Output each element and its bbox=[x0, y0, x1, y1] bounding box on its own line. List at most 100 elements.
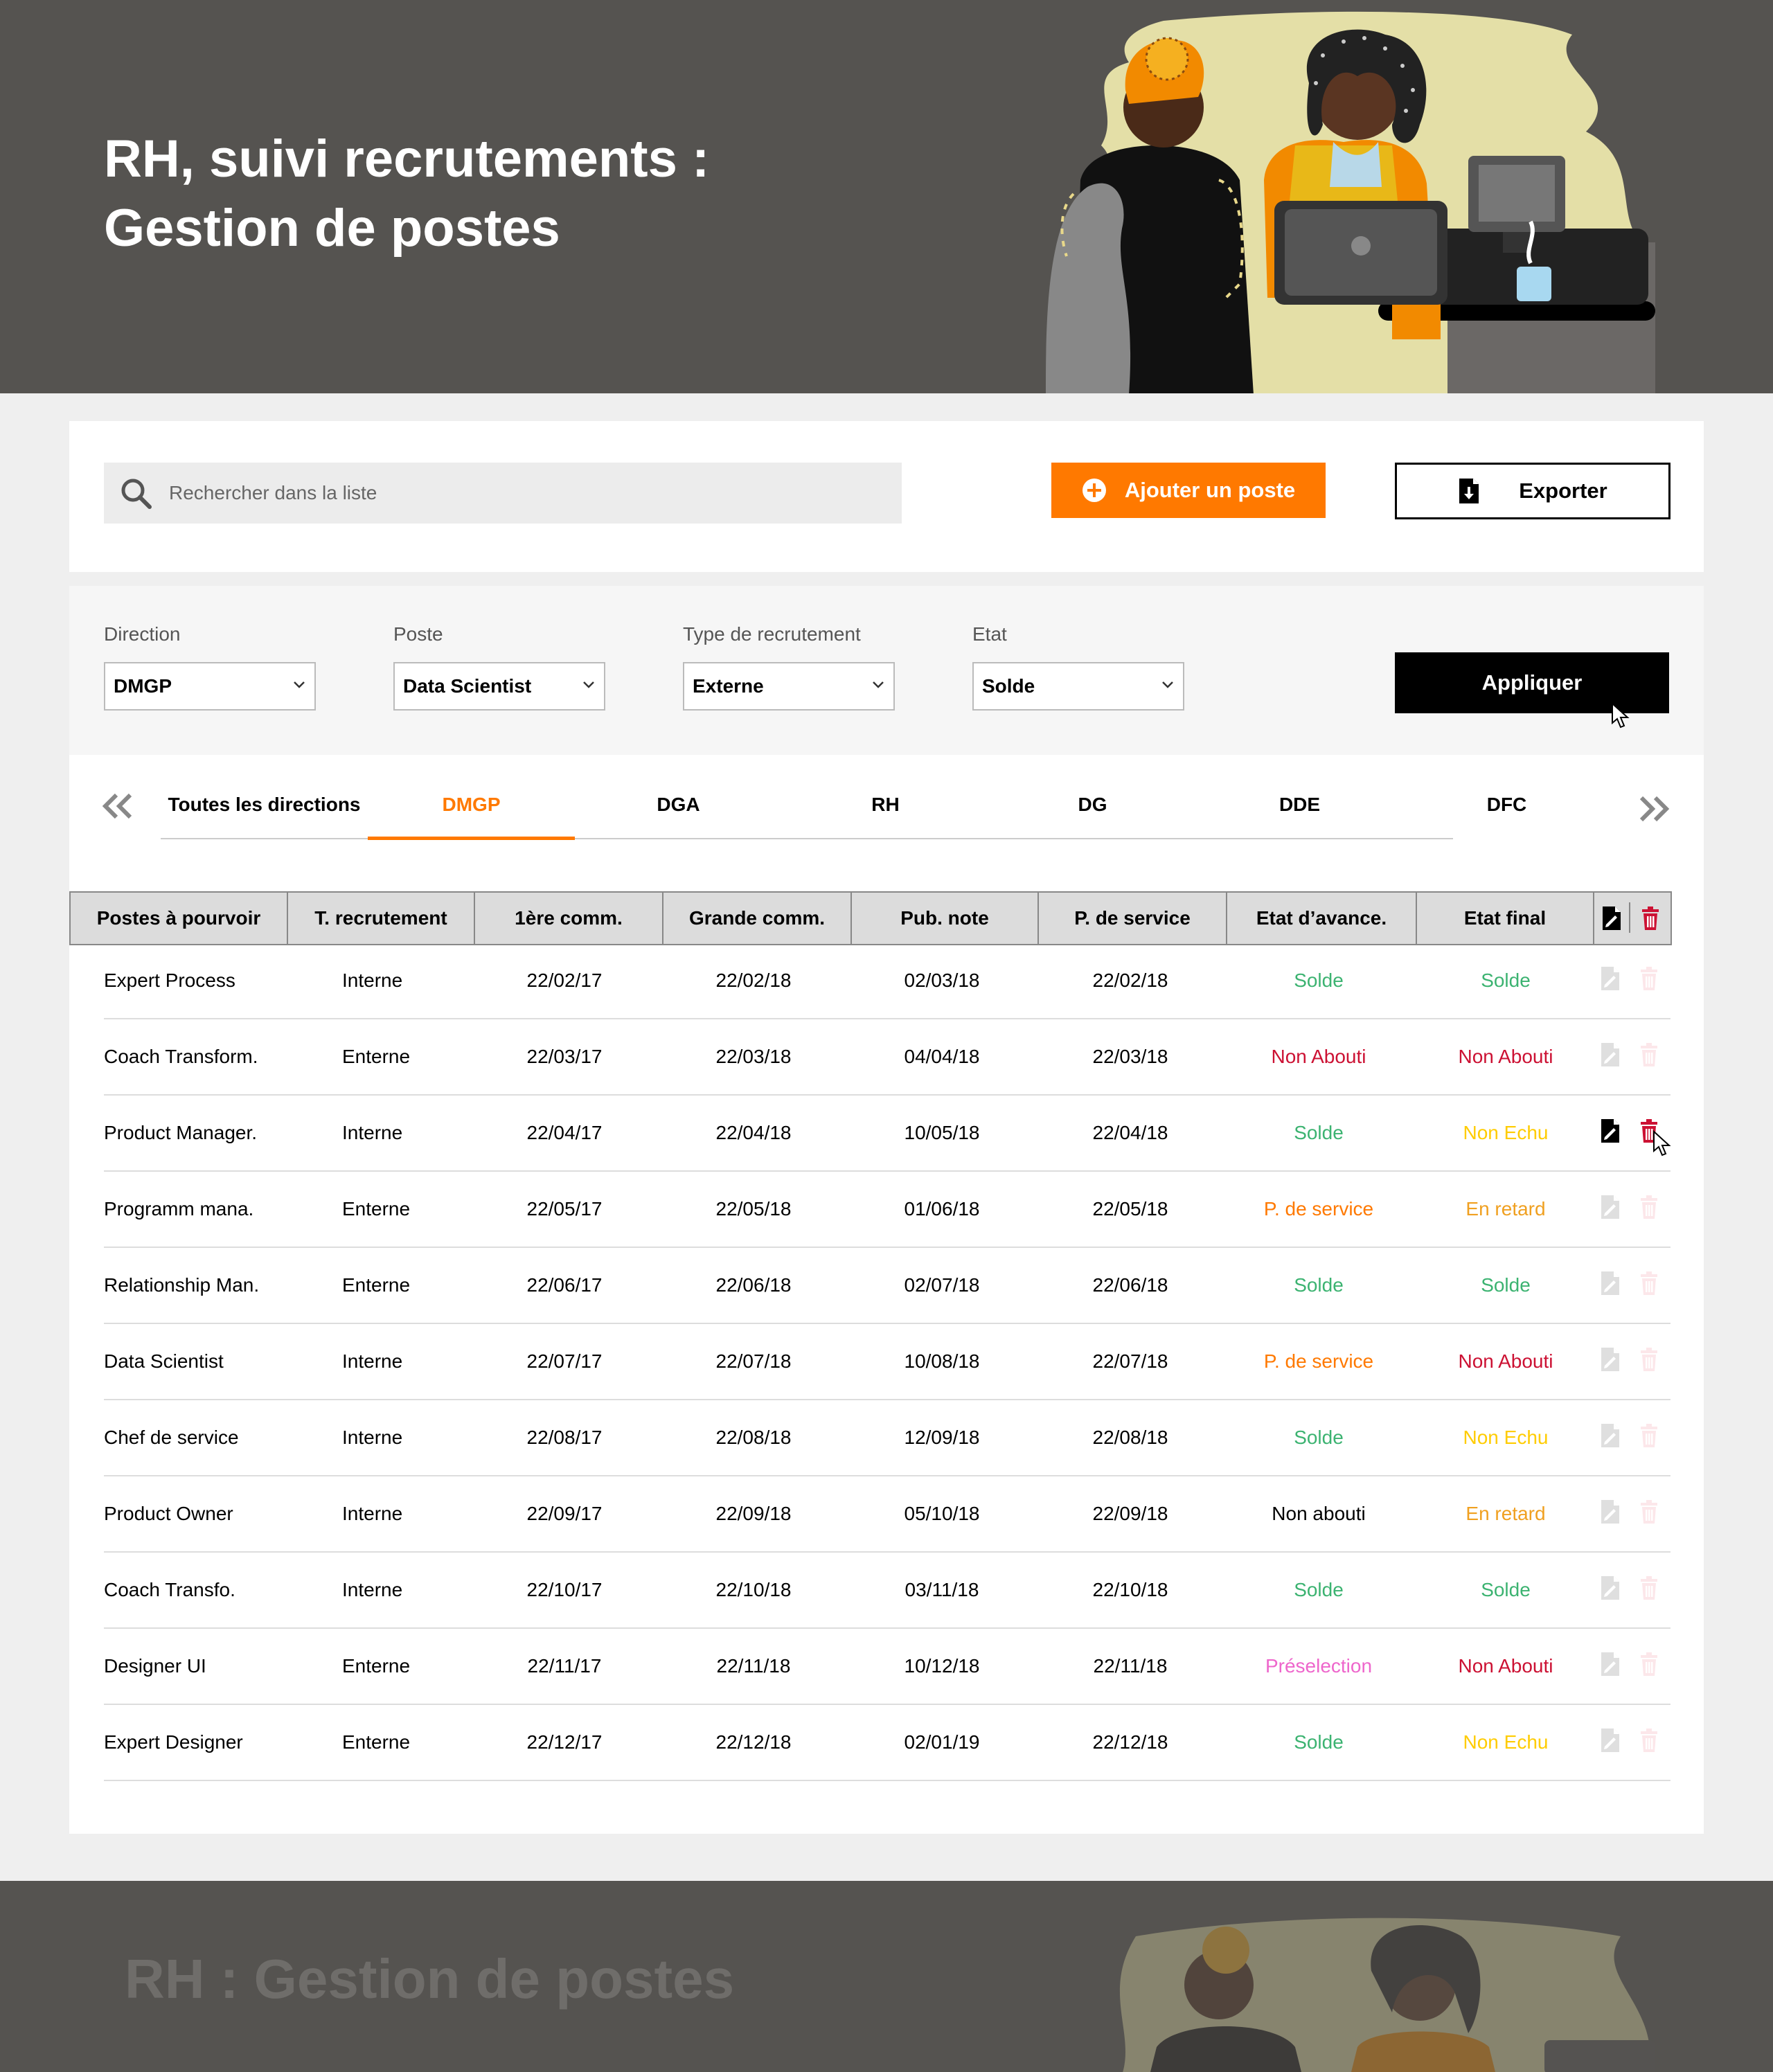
trash-icon[interactable] bbox=[1639, 1346, 1659, 1373]
tab-rh[interactable]: RH bbox=[782, 794, 989, 838]
export-button[interactable]: Exporter bbox=[1395, 463, 1670, 519]
etat-select-value: Solde bbox=[982, 675, 1035, 697]
apply-label: Appliquer bbox=[1481, 670, 1583, 695]
column-header[interactable]: 1ère comm. bbox=[475, 893, 663, 944]
table-cell: Data Scientist bbox=[104, 1350, 224, 1372]
recruitment-illustration-faded bbox=[1119, 1918, 1655, 2072]
column-header[interactable]: T. recrutement bbox=[288, 893, 475, 944]
status-badge: Non Echu bbox=[1463, 1731, 1549, 1753]
tab-dde[interactable]: DDE bbox=[1196, 794, 1403, 838]
table-row[interactable]: Coach Transform. Enterne 22/03/17 22/03/18 0… bbox=[69, 1019, 1704, 1095]
table-cell: 22/06/18 bbox=[1092, 1274, 1168, 1296]
tab-toutes-les-directions[interactable]: Toutes les directions bbox=[161, 794, 368, 838]
edit-document-icon[interactable] bbox=[1600, 1194, 1621, 1220]
table-cell: 22/03/18 bbox=[1092, 1046, 1168, 1067]
edit-document-icon[interactable] bbox=[1600, 1575, 1621, 1601]
trash-icon[interactable] bbox=[1640, 905, 1661, 931]
status-badge: Solde bbox=[1294, 1122, 1344, 1143]
table-cell: 22/04/17 bbox=[526, 1122, 603, 1143]
column-header[interactable]: P. de service bbox=[1039, 893, 1227, 944]
table-cell: Programm mana. bbox=[104, 1198, 254, 1220]
trash-icon[interactable] bbox=[1639, 965, 1659, 992]
table-cell: Enterne bbox=[342, 1274, 411, 1296]
table-cell: Coach Transfo. bbox=[104, 1579, 235, 1600]
etat-select[interactable]: Solde bbox=[972, 662, 1184, 711]
tab-dfc[interactable]: DFC bbox=[1403, 794, 1610, 838]
table-cell: Product Owner bbox=[104, 1503, 233, 1524]
search-input[interactable] bbox=[168, 481, 863, 505]
trash-icon[interactable] bbox=[1639, 1042, 1659, 1068]
table-cell: 03/11/18 bbox=[905, 1579, 979, 1600]
table-cell: Enterne bbox=[342, 1731, 411, 1753]
status-badge: Non Echu bbox=[1463, 1427, 1549, 1448]
hero-header: RH, suivi recrutements : Gestion de post… bbox=[0, 0, 1773, 393]
table-cell: 22/10/18 bbox=[715, 1579, 792, 1600]
table-cell: Interne bbox=[342, 1427, 403, 1448]
table-row[interactable]: Product Owner Interne 22/09/17 22/09/18 05/1… bbox=[69, 1476, 1704, 1552]
table-row[interactable]: Programm mana. Enterne 22/05/17 22/05/18 01/… bbox=[69, 1171, 1704, 1247]
table-cell: Interne bbox=[342, 1350, 403, 1372]
column-header[interactable]: Etat final bbox=[1417, 893, 1594, 944]
column-header[interactable]: Grande comm. bbox=[663, 893, 852, 944]
column-header[interactable]: Etat d’avance. bbox=[1227, 893, 1417, 944]
edit-document-icon[interactable] bbox=[1600, 1346, 1621, 1373]
table-row[interactable]: Expert Designer Enterne 22/12/17 22/12/18 02… bbox=[69, 1704, 1704, 1780]
chevron-double-left-icon[interactable] bbox=[100, 791, 134, 821]
trash-icon[interactable] bbox=[1639, 1575, 1659, 1601]
footer-title: RH : Gestion de postes bbox=[125, 1948, 735, 2010]
edit-document-icon[interactable] bbox=[1600, 1651, 1621, 1677]
trash-icon[interactable] bbox=[1639, 1651, 1659, 1677]
table-cell: 22/02/17 bbox=[526, 970, 603, 991]
tab-dmgp[interactable]: DMGP bbox=[368, 794, 575, 838]
add-post-button[interactable]: Ajouter un poste bbox=[1051, 463, 1326, 518]
table-cell: 22/12/17 bbox=[526, 1731, 603, 1753]
trash-icon[interactable] bbox=[1639, 1499, 1659, 1525]
table-row[interactable]: Expert Process Interne 22/02/17 22/02/18 02/… bbox=[69, 943, 1704, 1019]
table-row[interactable]: Designer UI Enterne 22/11/17 22/11/18 10/12/… bbox=[69, 1628, 1704, 1704]
table-cell: 22/10/17 bbox=[526, 1579, 603, 1600]
edit-document-icon[interactable] bbox=[1601, 905, 1622, 931]
table-row[interactable]: Coach Transfo. Interne 22/10/17 22/10/18 03/… bbox=[69, 1552, 1704, 1628]
table-row[interactable]: Chef de service Interne 22/08/17 22/08/18 12… bbox=[69, 1400, 1704, 1476]
column-header[interactable]: Postes à pourvoir bbox=[71, 893, 288, 944]
column-header[interactable]: Pub. note bbox=[852, 893, 1039, 944]
edit-document-icon[interactable] bbox=[1600, 1422, 1621, 1449]
edit-document-icon[interactable] bbox=[1600, 1270, 1621, 1296]
cursor-arrow-icon bbox=[1653, 1130, 1671, 1156]
search-box[interactable] bbox=[104, 463, 902, 524]
status-badge: En retard bbox=[1465, 1198, 1546, 1220]
trash-icon[interactable] bbox=[1639, 1727, 1659, 1753]
tab-dg[interactable]: DG bbox=[989, 794, 1196, 838]
edit-document-icon[interactable] bbox=[1600, 1118, 1621, 1144]
status-badge: En retard bbox=[1465, 1503, 1546, 1524]
chevron-down-icon bbox=[1162, 681, 1173, 688]
tab-label: DGA bbox=[657, 794, 700, 815]
trash-icon[interactable] bbox=[1639, 1270, 1659, 1296]
table-cell: 22/02/18 bbox=[715, 970, 792, 991]
chevron-down-icon bbox=[294, 681, 305, 688]
tab-dga[interactable]: DGA bbox=[575, 794, 782, 838]
chevron-double-right-icon[interactable] bbox=[1637, 794, 1672, 824]
table-row[interactable]: Data Scientist Interne 22/07/17 22/07/18 10/… bbox=[69, 1323, 1704, 1400]
edit-document-icon[interactable] bbox=[1600, 965, 1621, 992]
edit-document-icon[interactable] bbox=[1600, 1499, 1621, 1525]
table-cell: 22/12/18 bbox=[1092, 1731, 1168, 1753]
edit-document-icon[interactable] bbox=[1600, 1042, 1621, 1068]
status-badge: Non Echu bbox=[1463, 1122, 1549, 1143]
trash-icon[interactable] bbox=[1639, 1194, 1659, 1220]
direction-select[interactable]: DMGP bbox=[104, 662, 316, 711]
poste-select-value: Data Scientist bbox=[403, 675, 532, 697]
table-row[interactable]: Product Manager. Interne 22/04/17 22/04/18 1… bbox=[69, 1095, 1704, 1171]
tab-label: Toutes les directions bbox=[168, 794, 361, 815]
table-cell: Interne bbox=[342, 970, 403, 991]
type-select[interactable]: Externe bbox=[683, 662, 895, 711]
table-cell: 22/03/17 bbox=[526, 1046, 603, 1067]
direction-select-value: DMGP bbox=[114, 675, 172, 697]
poste-select[interactable]: Data Scientist bbox=[393, 662, 605, 711]
status-badge: Non Abouti bbox=[1458, 1046, 1553, 1067]
table-row[interactable]: Relationship Man. Enterne 22/06/17 22/06/18… bbox=[69, 1247, 1704, 1323]
trash-icon[interactable] bbox=[1639, 1422, 1659, 1449]
edit-document-icon[interactable] bbox=[1600, 1727, 1621, 1753]
export-label: Exporter bbox=[1519, 479, 1607, 503]
table-cell: Expert Process bbox=[104, 970, 235, 991]
